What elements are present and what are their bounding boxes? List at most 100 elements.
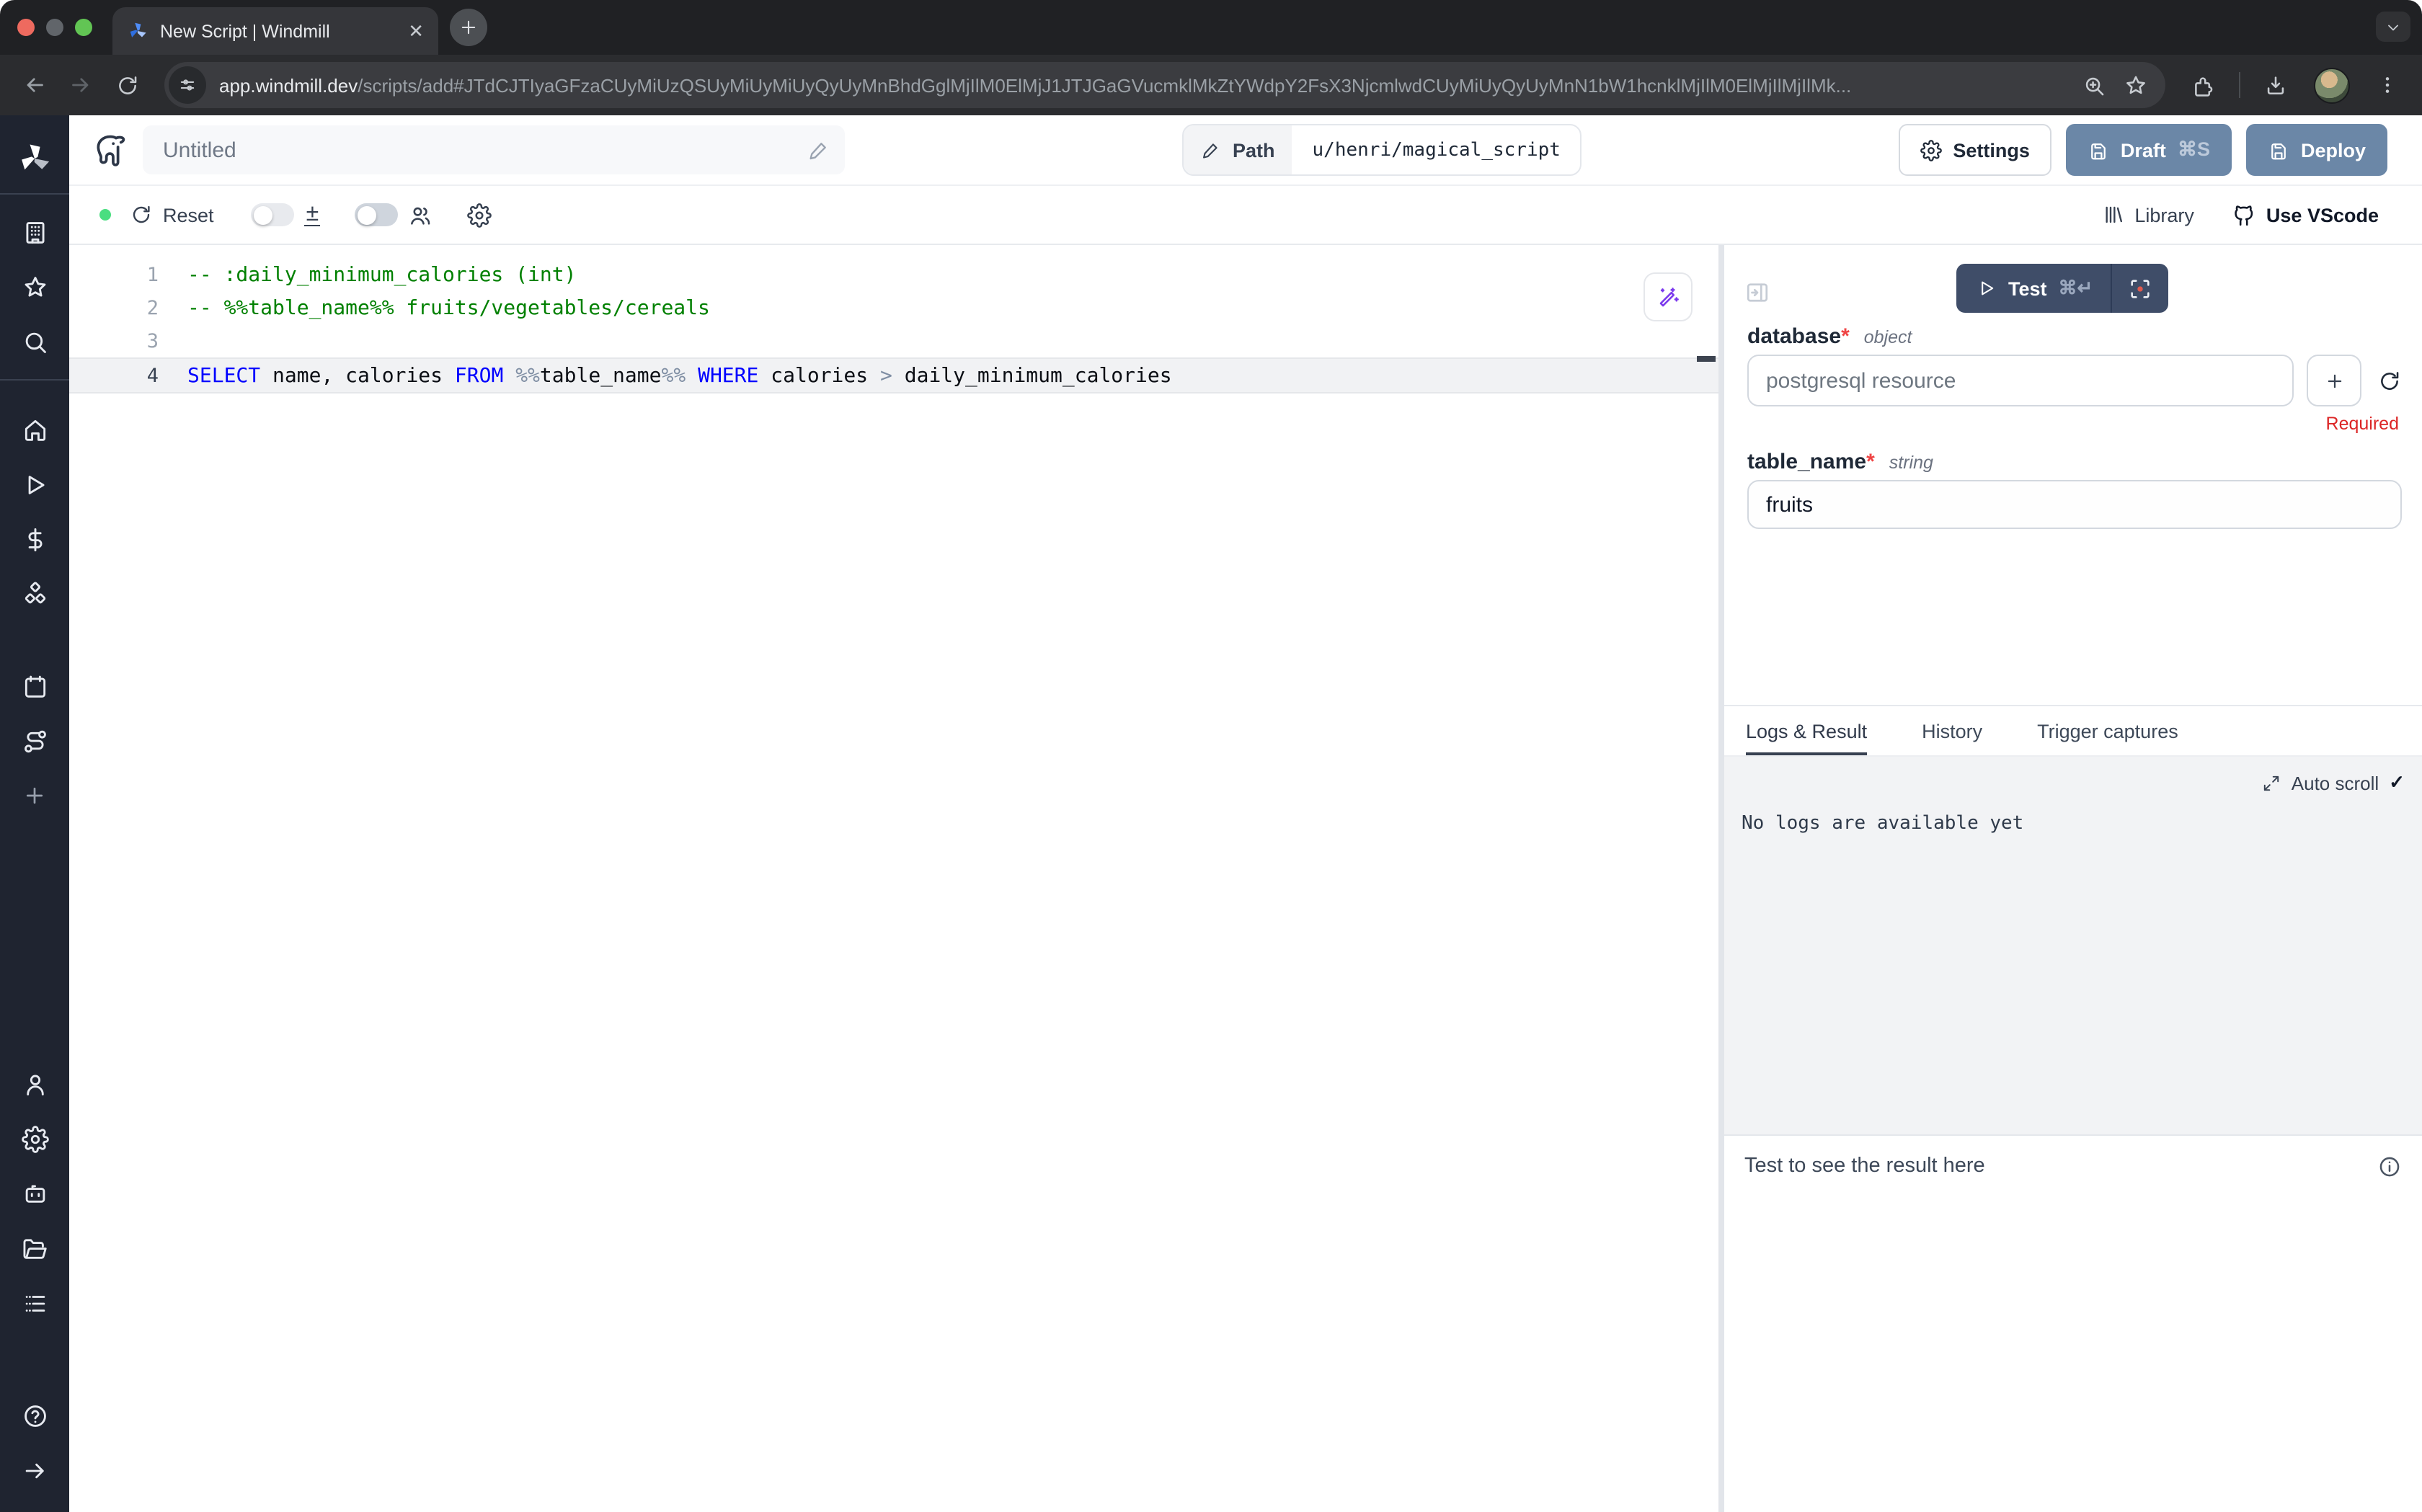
address-bar[interactable]: app.windmill.dev/scripts/add#JTdCJTIyaGF…: [164, 62, 2165, 108]
minimize-window-button[interactable]: [46, 19, 63, 36]
sidebar-item-resources[interactable]: [0, 566, 69, 621]
app-sidebar: [0, 115, 69, 1512]
forward-button[interactable]: [61, 65, 101, 105]
profile-avatar[interactable]: [2314, 67, 2350, 103]
tab-title: New Script | Windmill: [160, 21, 396, 41]
sidebar-expand-icon[interactable]: [0, 1443, 69, 1498]
windmill-logo-icon[interactable]: [16, 134, 53, 183]
horizontal-resize-handle[interactable]: [1724, 705, 2422, 712]
windmill-app: Path u/henri/magical_script Settings: [0, 115, 2422, 1512]
settings-button[interactable]: Settings: [1898, 124, 2051, 176]
zoom-window-button[interactable]: [75, 19, 92, 36]
script-name-input[interactable]: [160, 136, 807, 164]
url-path: /scripts/add#JTdCJTIyaGFzaCUyMiUzQSUyMiU…: [358, 74, 1851, 96]
expand-logs-icon[interactable]: [2263, 773, 2281, 792]
diff-toggle[interactable]: [252, 203, 295, 226]
tab-logs-result[interactable]: Logs & Result: [1746, 721, 1867, 755]
browser-tab[interactable]: New Script | Windmill ✕: [112, 7, 438, 55]
required-asterisk: *: [1841, 324, 1850, 349]
sidebar-divider: [0, 193, 69, 195]
browser-toolbar: app.windmill.dev/scripts/add#JTdCJTIyaGF…: [0, 55, 2422, 115]
sidebar-item-variables[interactable]: [0, 512, 69, 566]
sidebar-item-folders[interactable]: [0, 1221, 69, 1276]
sidebar-item-user[interactable]: [0, 1057, 69, 1111]
result-area: Test to see the result here: [1724, 1134, 2422, 1512]
tab-close-icon[interactable]: ✕: [408, 19, 424, 43]
code-line-3[interactable]: 3: [69, 324, 1718, 357]
sidebar-item-favorites[interactable]: [0, 259, 69, 314]
info-icon[interactable]: [2377, 1155, 2402, 1179]
autoscroll-label[interactable]: Auto scroll: [2292, 772, 2379, 793]
tab-overview-chevron-icon[interactable]: [2376, 12, 2410, 42]
code-editor[interactable]: 1 -- :daily_minimum_calories (int) 2 -- …: [69, 245, 1718, 1512]
sidebar-item-search[interactable]: [0, 314, 69, 369]
tab-trigger-captures[interactable]: Trigger captures: [2037, 721, 2178, 755]
save-icon: [2268, 139, 2289, 161]
sidebar-item-add[interactable]: [0, 768, 69, 823]
sql-statement: SELECT name, calories FROM %%table_name%…: [187, 364, 1172, 387]
editor-settings-button[interactable]: [467, 203, 492, 227]
refresh-resources-icon[interactable]: [2377, 368, 2402, 393]
line-number: 2: [69, 296, 187, 319]
sidebar-item-routes[interactable]: [0, 713, 69, 768]
toolbar-divider: [2239, 72, 2240, 98]
draft-shortcut: ⌘S: [2178, 138, 2210, 161]
test-button[interactable]: Test ⌘↵: [1956, 277, 2110, 300]
sql-comment: -- %%table_name%% fruits/vegetables/cere…: [187, 296, 710, 319]
diff-toggle-group: ±: [252, 203, 321, 226]
vscode-label: Use VScode: [2266, 204, 2379, 226]
logs-area: Auto scroll ✓ No logs are available yet: [1724, 757, 2422, 1134]
close-window-button[interactable]: [17, 19, 35, 36]
panel-resize-handle[interactable]: [1718, 245, 1724, 1512]
path-pill[interactable]: Path u/henri/magical_script: [1182, 124, 1582, 176]
sidebar-item-audit-logs[interactable]: [0, 1276, 69, 1330]
extensions-icon[interactable]: [2191, 73, 2216, 97]
test-button-group: Test ⌘↵: [1956, 264, 2168, 313]
sidebar-item-workers[interactable]: [0, 1166, 69, 1221]
library-button[interactable]: Library: [2101, 203, 2194, 226]
code-line-4-active[interactable]: 4 SELECT name, calories FROM %%table_nam…: [69, 357, 1718, 393]
database-resource-select[interactable]: postgresql resource: [1747, 355, 2294, 406]
windmill-favicon-icon: [127, 20, 148, 42]
add-resource-button[interactable]: [2307, 355, 2361, 406]
draft-button[interactable]: Draft ⌘S: [2066, 124, 2232, 176]
play-icon: [1977, 278, 1997, 298]
browser-menu-icon[interactable]: [2376, 74, 2399, 97]
sidebar-item-settings[interactable]: [0, 1111, 69, 1166]
table-name-input[interactable]: [1747, 480, 2402, 529]
sidebar-item-workspace[interactable]: [0, 205, 69, 259]
result-placeholder: Test to see the result here: [1744, 1155, 1985, 1178]
downloads-icon[interactable]: [2263, 73, 2288, 97]
arguments-form: database* object postgresql resource: [1724, 317, 2422, 529]
multiplayer-toggle[interactable]: [355, 203, 398, 226]
logs-empty-message: No logs are available yet: [1742, 813, 2405, 835]
path-label: Path: [1233, 139, 1275, 161]
deploy-button[interactable]: Deploy: [2246, 124, 2387, 176]
required-hint: Required: [1747, 414, 2402, 434]
use-vscode-button[interactable]: Use VScode: [2232, 203, 2379, 227]
site-info-icon[interactable]: [169, 66, 206, 104]
code-line-2[interactable]: 2 -- %%table_name%% fruits/vegetables/ce…: [69, 291, 1718, 324]
tab-history[interactable]: History: [1922, 721, 1982, 755]
collapse-panel-icon[interactable]: [1744, 280, 1770, 306]
capture-mode-button[interactable]: [2111, 276, 2168, 301]
back-button[interactable]: [14, 65, 55, 105]
test-label: Test: [2008, 277, 2047, 299]
sidebar-item-runs[interactable]: [0, 457, 69, 512]
sidebar-item-help[interactable]: [0, 1388, 69, 1443]
zoom-page-icon[interactable]: [2082, 73, 2106, 97]
bookmark-star-icon[interactable]: [2124, 73, 2148, 97]
edit-name-pencil-icon[interactable]: [807, 138, 830, 161]
line-number: 4: [69, 364, 187, 387]
reset-button[interactable]: Reset: [130, 203, 214, 226]
header-actions: Settings Draft ⌘S Deploy: [1898, 124, 2387, 176]
script-name-box[interactable]: [143, 125, 845, 174]
code-line-1[interactable]: 1 -- :daily_minimum_calories (int): [69, 258, 1718, 291]
reload-button[interactable]: [107, 65, 147, 105]
new-tab-button[interactable]: [450, 9, 487, 46]
line-number: 1: [69, 263, 187, 286]
sidebar-item-home[interactable]: [0, 402, 69, 457]
sidebar-item-schedules[interactable]: [0, 659, 69, 713]
postgresql-icon: [92, 132, 128, 168]
ai-assistant-wand-button[interactable]: [1644, 272, 1693, 321]
